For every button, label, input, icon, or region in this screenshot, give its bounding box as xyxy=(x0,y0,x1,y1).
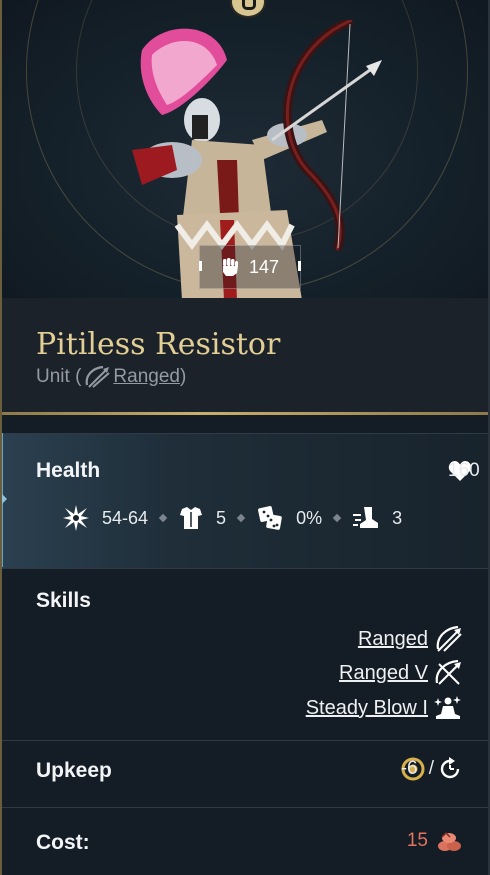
armor-value: 5 xyxy=(216,507,227,528)
unit-subtitle: Unit ( Ranged ) xyxy=(36,365,186,389)
stat-armor[interactable]: 5 xyxy=(178,505,226,531)
health-label: Health xyxy=(36,459,101,482)
health-value: 160 xyxy=(448,460,480,481)
bow-arrows-icon xyxy=(436,625,462,652)
fist-icon xyxy=(222,258,238,276)
stat-separator xyxy=(236,513,246,523)
unit-portrait: 147 xyxy=(2,0,490,298)
skill-name: Steady Blow I xyxy=(305,696,428,719)
dice-icon xyxy=(258,506,282,530)
unit-card: 147 Pitiless Resistor Unit ( Ranged ) He… xyxy=(0,0,490,875)
upkeep-separator: / xyxy=(428,758,434,779)
meditation-icon xyxy=(434,696,461,719)
title-divider xyxy=(2,412,490,415)
stat-chance[interactable]: 0% xyxy=(256,504,322,532)
chance-value: 0% xyxy=(296,507,323,528)
skill-ranged[interactable]: Ranged xyxy=(358,625,462,653)
upkeep-label: Upkeep xyxy=(36,759,112,782)
bow-arrows-icon xyxy=(435,659,461,685)
cost-value-group: 15 xyxy=(407,828,462,854)
health-value-group: 160 xyxy=(448,460,480,482)
movement-boot-icon xyxy=(353,507,379,528)
upkeep-value: -6 xyxy=(400,758,418,779)
stat-row: 54-64 5 0% 3 xyxy=(62,504,402,532)
health-notch xyxy=(2,494,7,504)
subtitle-suffix: ) xyxy=(179,366,187,387)
stat-movement[interactable]: 3 xyxy=(352,505,402,531)
skill-name: Ranged xyxy=(357,627,428,650)
power-badge: 147 xyxy=(199,245,301,289)
skill-steady-blow-i[interactable]: Steady Blow I xyxy=(306,694,462,722)
subtitle-prefix: Unit ( xyxy=(36,366,82,387)
damage-value: 54-64 xyxy=(102,507,149,528)
damage-burst-icon xyxy=(63,505,89,531)
stat-damage[interactable]: 54-64 xyxy=(62,504,148,532)
health-section xyxy=(2,433,490,569)
skill-name: Ranged V xyxy=(339,661,428,684)
stat-separator xyxy=(332,513,342,523)
bow-arrows-icon xyxy=(86,365,111,388)
power-value: 147 xyxy=(248,256,280,277)
upkeep-value-group: -6 / xyxy=(401,757,462,781)
skills-label: Skills xyxy=(36,589,91,612)
resource-pile-icon xyxy=(438,831,461,851)
cost-label: Cost: xyxy=(36,831,90,854)
stat-separator xyxy=(158,513,168,523)
unit-type-link[interactable]: Ranged xyxy=(113,366,180,388)
movement-value: 3 xyxy=(392,507,403,528)
skill-ranged-v[interactable]: Ranged V xyxy=(339,659,462,687)
cost-value: 15 xyxy=(406,830,428,851)
armor-icon xyxy=(180,507,203,529)
turn-cycle-icon xyxy=(440,757,460,779)
unit-name: Pitiless Resistor xyxy=(36,327,281,362)
